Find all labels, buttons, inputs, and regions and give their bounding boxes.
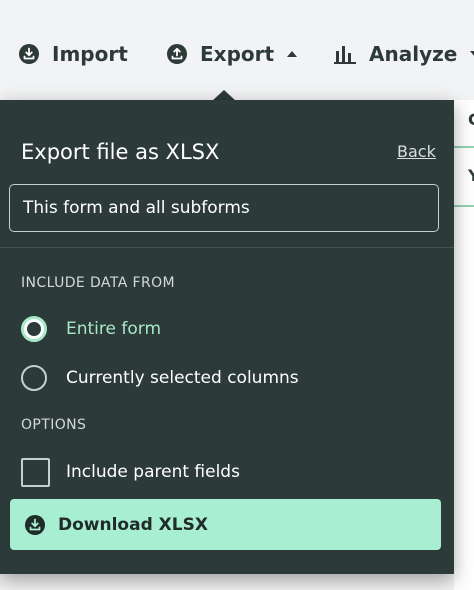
radio-button[interactable] [21,365,47,391]
background-divider [454,146,474,148]
include-parent-fields-option[interactable]: Include parent fields [21,457,240,487]
caret-down-icon [469,50,474,58]
analyze-label: Analyze [369,42,458,66]
caret-up-icon [286,50,298,58]
checkbox-label: Include parent fields [66,462,240,482]
import-icon [18,43,40,65]
bar-chart-icon [333,43,357,65]
radio-label: Entire form [66,319,162,339]
scope-select[interactable]: This form and all subforms [9,184,439,232]
export-popover: Export file as XLSX Back This form and a… [0,100,454,574]
export-button[interactable]: Export [166,38,298,70]
radio-selected-columns[interactable]: Currently selected columns [21,363,299,393]
scope-value: This form and all subforms [23,198,250,218]
back-link[interactable]: Back [397,142,436,161]
download-icon [24,514,46,536]
panel-title: Export file as XLSX [21,140,220,164]
options-heading: OPTIONS [21,417,87,433]
radio-button-selected[interactable] [21,316,47,342]
download-label: Download XLSX [58,514,208,535]
include-data-heading: INCLUDE DATA FROM [21,275,175,291]
export-icon [166,43,188,65]
radio-entire-form[interactable]: Entire form [21,314,161,344]
analyze-button[interactable]: Analyze [333,38,474,70]
export-label: Export [200,42,275,66]
include-parent-checkbox[interactable] [21,457,50,487]
background-text: C [468,110,474,129]
import-button[interactable]: Import [18,38,128,70]
toolbar: Import Export Analyze [0,0,474,100]
background-text: Y [468,166,474,185]
divider [0,247,454,248]
radio-label: Currently selected columns [66,368,299,388]
background-divider [454,205,474,207]
import-label: Import [52,42,128,66]
download-xlsx-button[interactable]: Download XLSX [10,499,441,550]
